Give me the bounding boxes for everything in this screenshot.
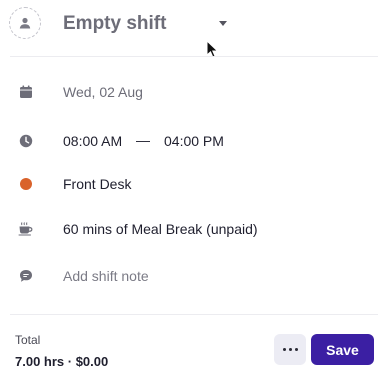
break-row[interactable]: 60 mins of Meal Break (unpaid): [0, 217, 389, 241]
coffee-cup-icon: [18, 222, 33, 236]
shift-date: Wed, 02 Aug: [63, 84, 143, 100]
time-row[interactable]: 08:00 AM — 04:00 PM: [0, 129, 389, 153]
caret-down-icon[interactable]: [219, 21, 227, 26]
date-row[interactable]: Wed, 02 Aug: [0, 80, 389, 104]
total-label: Total: [15, 333, 41, 347]
mouse-cursor-icon: [206, 40, 219, 59]
break-description: 60 mins of Meal Break (unpaid): [63, 221, 258, 237]
note-row[interactable]: Add shift note: [0, 264, 389, 288]
footer-divider: [10, 314, 378, 315]
person-icon: [19, 17, 31, 29]
position-name: Front Desk: [63, 176, 132, 192]
comment-icon: [20, 270, 32, 282]
calendar-icon: [20, 85, 32, 98]
clock-icon: [19, 134, 33, 148]
total-value: 7.00 hrs · $0.00: [15, 354, 109, 369]
header-divider: [10, 56, 378, 57]
shift-header: Empty shift: [0, 0, 389, 59]
time-separator: —: [136, 132, 150, 148]
shift-title[interactable]: Empty shift: [63, 13, 166, 35]
more-horizontal-icon: [282, 348, 286, 351]
end-time[interactable]: 04:00 PM: [164, 133, 224, 149]
assign-employee-avatar[interactable]: [9, 7, 41, 39]
more-options-button[interactable]: [274, 334, 306, 365]
position-row[interactable]: Front Desk: [0, 172, 389, 196]
position-color-dot: [20, 178, 32, 190]
shift-note-input[interactable]: Add shift note: [63, 268, 149, 284]
save-button[interactable]: Save: [311, 334, 374, 365]
start-time[interactable]: 08:00 AM: [63, 133, 122, 149]
